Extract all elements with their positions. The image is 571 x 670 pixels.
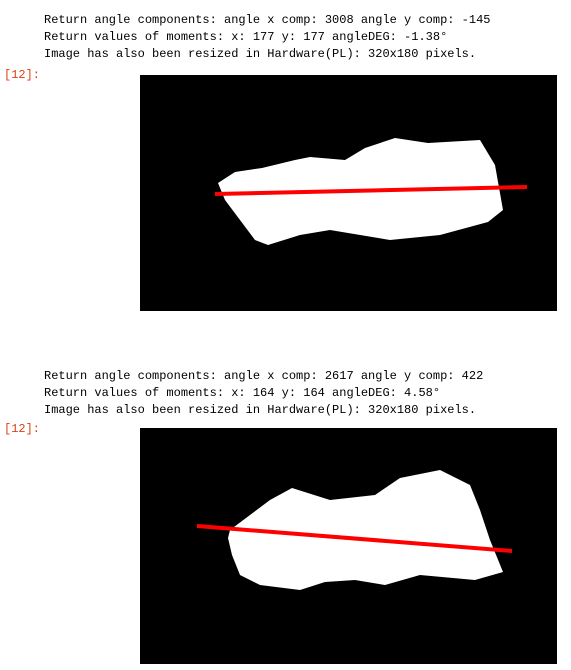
output-line: Image has also been resized in Hardware(… xyxy=(44,47,477,61)
output-image xyxy=(140,428,557,664)
execution-prompt: [12]: xyxy=(4,422,41,436)
output-line: Return values of moments: x: 177 y: 177 … xyxy=(44,30,448,44)
output-line: Return values of moments: x: 164 y: 164 … xyxy=(44,386,441,400)
execution-prompt: [12]: xyxy=(4,68,41,82)
output-text: Return angle components: angle x comp: 3… xyxy=(44,12,490,63)
output-image xyxy=(140,75,557,311)
output-line: Image has also been resized in Hardware(… xyxy=(44,403,477,417)
output-line: Return angle components: angle x comp: 2… xyxy=(44,369,484,383)
output-line: Return angle components: angle x comp: 3… xyxy=(44,13,491,27)
output-text: Return angle components: angle x comp: 2… xyxy=(44,368,483,419)
